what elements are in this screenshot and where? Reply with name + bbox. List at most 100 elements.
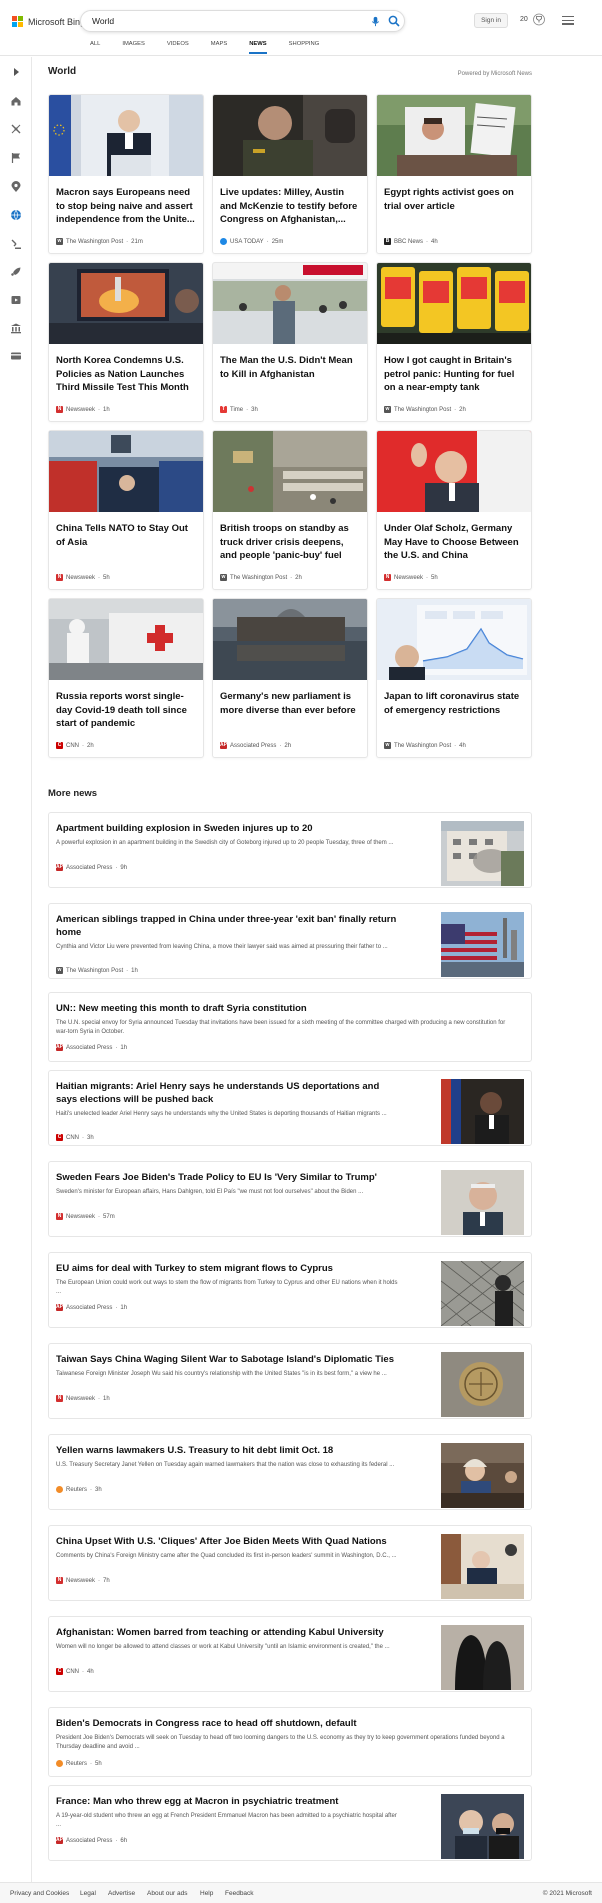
news-thumbnail[interactable] [441,912,524,977]
microphone-icon[interactable] [370,16,381,27]
news-image[interactable] [213,263,368,344]
news-image[interactable] [49,599,204,680]
headline[interactable]: Afghanistan: Women barred from teaching … [56,1626,401,1639]
headline[interactable]: How I got caught in Britain's petrol pan… [384,354,526,395]
news-list-item[interactable]: Afghanistan: Women barred from teaching … [48,1616,532,1692]
headline[interactable]: Yellen warns lawmakers U.S. Treasury to … [56,1444,401,1457]
search-input[interactable]: World [92,16,114,26]
headline[interactable]: Germany's new parliament is more diverse… [220,690,362,717]
expand-icon[interactable] [10,66,22,78]
rewards-trophy-icon[interactable] [533,13,545,26]
headline[interactable]: Live updates: Milley, Austin and McKenzi… [220,186,362,227]
news-image[interactable] [377,431,532,512]
news-image[interactable] [49,95,204,176]
headline[interactable]: Under Olaf Scholz, Germany May Have to C… [384,522,526,563]
globe-icon[interactable] [10,209,22,221]
news-thumbnail[interactable] [441,1534,524,1599]
science-icon[interactable] [10,123,22,135]
news-list-item[interactable]: Taiwan Says China Waging Silent War to S… [48,1343,532,1419]
news-thumbnail[interactable] [441,821,524,886]
news-list-item[interactable]: Apartment building explosion in Sweden i… [48,812,532,888]
footer-link-privacy[interactable]: Privacy and Cookies [10,1890,69,1897]
news-card[interactable]: British troops on standby as truck drive… [212,430,368,590]
headline[interactable]: China Upset With U.S. 'Cliques' After Jo… [56,1535,401,1548]
sign-in-button[interactable]: Sign in [474,13,508,28]
search-box[interactable]: World [80,10,405,32]
headline[interactable]: British troops on standby as truck drive… [220,522,362,563]
news-image[interactable] [49,263,204,344]
headline[interactable]: Egypt rights activist goes on trial over… [384,186,526,213]
news-card[interactable]: Macron says Europeans need to stop being… [48,94,204,254]
headline[interactable]: Japan to lift coronavirus state of emerg… [384,690,526,717]
footer-link-advertise[interactable]: Advertise [108,1890,135,1897]
headline[interactable]: Apartment building explosion in Sweden i… [56,822,401,835]
headline[interactable]: France: Man who threw egg at Macron in p… [56,1795,401,1808]
news-thumbnail[interactable] [441,1261,524,1326]
news-card[interactable]: China Tells NATO to Stay Out of Asia N Ne… [48,430,204,590]
headline[interactable]: EU aims for deal with Turkey to stem mig… [56,1262,401,1275]
footer-link-feedback[interactable]: Feedback [225,1890,254,1897]
news-list-item[interactable]: EU aims for deal with Turkey to stem mig… [48,1252,532,1328]
news-thumbnail[interactable] [441,1443,524,1508]
footer-link-about-ads[interactable]: About our ads [147,1890,187,1897]
tab-all[interactable]: ALL [90,41,100,47]
news-thumbnail[interactable] [441,1794,524,1859]
news-card[interactable]: How I got caught in Britain's petrol pan… [376,262,532,422]
news-list-item[interactable]: Haitian migrants: Ariel Henry says he un… [48,1070,532,1146]
news-thumbnail[interactable] [441,1625,524,1690]
news-list-item[interactable]: France: Man who threw egg at Macron in p… [48,1785,532,1861]
headline[interactable]: The Man the U.S. Didn't Mean to Kill in … [220,354,362,381]
search-icon[interactable] [388,15,400,27]
tab-images[interactable]: IMAGES [122,41,145,47]
news-card[interactable]: Live updates: Milley, Austin and McKenzi… [212,94,368,254]
tab-videos[interactable]: VIDEOS [167,41,189,47]
menu-icon[interactable] [562,16,574,25]
news-card[interactable]: Germany's new parliament is more diverse… [212,598,368,758]
news-image[interactable] [213,599,368,680]
news-card[interactable]: Egypt rights activist goes on trial over… [376,94,532,254]
footer-link-legal[interactable]: Legal [80,1890,96,1897]
news-card[interactable]: Under Olaf Scholz, Germany May Have to C… [376,430,532,590]
footer-link-help[interactable]: Help [200,1890,213,1897]
headline[interactable]: Taiwan Says China Waging Silent War to S… [56,1353,401,1366]
location-icon[interactable] [10,181,22,193]
news-list-item[interactable]: Sweden Fears Joe Biden's Trade Policy to… [48,1161,532,1237]
news-card[interactable]: North Korea Condemns U.S. Policies as Na… [48,262,204,422]
news-image[interactable] [213,431,368,512]
news-list-item[interactable]: China Upset With U.S. 'Cliques' After Jo… [48,1525,532,1601]
headline[interactable]: Macron says Europeans need to stop being… [56,186,198,227]
news-image[interactable] [377,263,532,344]
headline[interactable]: UN:: New meeting this month to draft Syr… [56,1002,516,1015]
news-card[interactable]: Japan to lift coronavirus state of emerg… [376,598,532,758]
flag-icon[interactable] [10,152,22,164]
news-image[interactable] [377,95,532,176]
headline[interactable]: Russia reports worst single-day Covid-19… [56,690,198,731]
news-list-item[interactable]: UN:: New meeting this month to draft Syr… [48,992,532,1062]
tab-maps[interactable]: MAPS [211,41,227,47]
news-image[interactable] [377,599,532,680]
news-list-item[interactable]: Yellen warns lawmakers U.S. Treasury to … [48,1434,532,1510]
headline[interactable]: American siblings trapped in China under… [56,913,401,939]
news-image[interactable] [49,431,204,512]
news-thumbnail[interactable] [441,1170,524,1235]
home-icon[interactable] [10,95,22,107]
headline[interactable]: Haitian migrants: Ariel Henry says he un… [56,1080,401,1106]
bing-logo[interactable]: Microsoft Bing [12,16,85,27]
news-image[interactable] [213,95,368,176]
bank-icon[interactable] [10,322,22,334]
news-thumbnail[interactable] [441,1352,524,1417]
tab-news[interactable]: NEWS [249,41,268,54]
news-list-item[interactable]: American siblings trapped in China under… [48,903,532,979]
rocket-icon[interactable] [10,266,22,278]
tab-shopping[interactable]: SHOPPING [289,41,320,47]
news-card[interactable]: Russia reports worst single-day Covid-19… [48,598,204,758]
rewards-points[interactable]: 20 [520,16,528,23]
card-icon[interactable] [10,350,22,362]
politics-icon[interactable] [10,238,22,250]
headline[interactable]: North Korea Condemns U.S. Policies as Na… [56,354,198,395]
headline[interactable]: Biden's Democrats in Congress race to he… [56,1717,516,1730]
powered-by[interactable]: Powered by Microsoft News [458,71,532,77]
headline[interactable]: Sweden Fears Joe Biden's Trade Policy to… [56,1171,401,1184]
news-list-item[interactable]: Biden's Democrats in Congress race to he… [48,1707,532,1777]
news-thumbnail[interactable] [441,1079,524,1144]
